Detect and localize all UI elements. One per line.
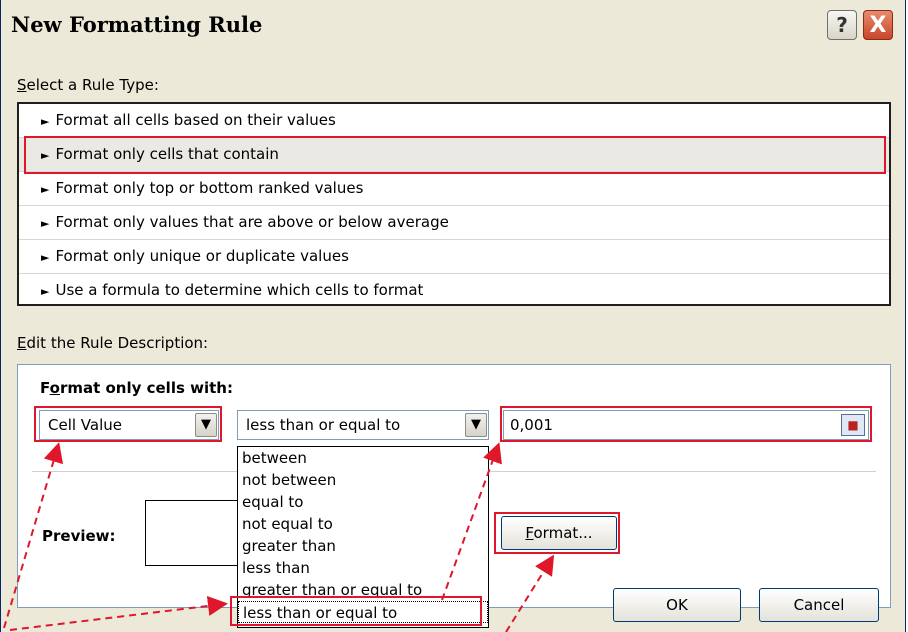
triangle-right-icon: ►: [41, 115, 50, 128]
rule-description-label: Edit the Rule Description:: [17, 334, 209, 352]
rule-type-item[interactable]: ► Format only unique or duplicate values: [19, 240, 889, 274]
preview-box: [145, 500, 241, 566]
dropdown-option[interactable]: between: [238, 447, 488, 469]
dropdown-option[interactable]: equal to: [238, 491, 488, 513]
preview-label: Preview:: [42, 527, 116, 545]
dropdown-option-selected[interactable]: less than or equal to: [238, 601, 488, 623]
rule-type-item-selected[interactable]: ► Format only cells that contain: [19, 138, 889, 172]
new-formatting-rule-dialog: New Formatting Rule ? X Select a Rule Ty…: [0, 0, 906, 632]
dropdown-option[interactable]: greater than: [238, 535, 488, 557]
triangle-right-icon: ►: [41, 183, 50, 196]
format-button[interactable]: Format...: [501, 516, 617, 550]
rule-type-item[interactable]: ► Use a formula to determine which cells …: [19, 274, 889, 308]
chevron-down-icon[interactable]: ▼: [465, 413, 487, 437]
format-cells-heading: Format only cells with:: [40, 379, 233, 397]
range-select-icon[interactable]: ■: [841, 414, 865, 436]
chevron-down-icon[interactable]: ▼: [195, 413, 217, 437]
ok-button[interactable]: OK: [613, 588, 741, 622]
triangle-right-icon: ►: [41, 217, 50, 230]
rule-type-item[interactable]: ► Format only top or bottom ranked values: [19, 172, 889, 206]
title-bar[interactable]: New Formatting Rule ? X: [1, 0, 905, 52]
cell-value-combo[interactable]: Cell Value ▼: [39, 410, 219, 440]
close-icon[interactable]: X: [863, 10, 893, 40]
dropdown-option[interactable]: not equal to: [238, 513, 488, 535]
operator-combo[interactable]: less than or equal to ▼: [237, 410, 489, 440]
dropdown-option[interactable]: greater than or equal to: [238, 579, 488, 601]
rule-type-item[interactable]: ► Format all cells based on their values: [19, 104, 889, 138]
rule-type-list[interactable]: ► Format all cells based on their values …: [17, 102, 891, 306]
triangle-right-icon: ►: [41, 149, 50, 162]
dropdown-option[interactable]: less than: [238, 557, 488, 579]
triangle-right-icon: ►: [41, 251, 50, 264]
help-icon[interactable]: ?: [827, 10, 857, 40]
dialog-title: New Formatting Rule: [11, 12, 263, 37]
value-input[interactable]: 0,001 ■: [503, 410, 869, 440]
rule-type-item[interactable]: ► Format only values that are above or be…: [19, 206, 889, 240]
operator-dropdown-list[interactable]: between not between equal to not equal t…: [237, 446, 489, 628]
triangle-right-icon: ►: [41, 285, 50, 298]
rule-type-label: Select a Rule Type:: [17, 76, 159, 94]
cancel-button[interactable]: Cancel: [759, 588, 879, 622]
dropdown-option[interactable]: not between: [238, 469, 488, 491]
